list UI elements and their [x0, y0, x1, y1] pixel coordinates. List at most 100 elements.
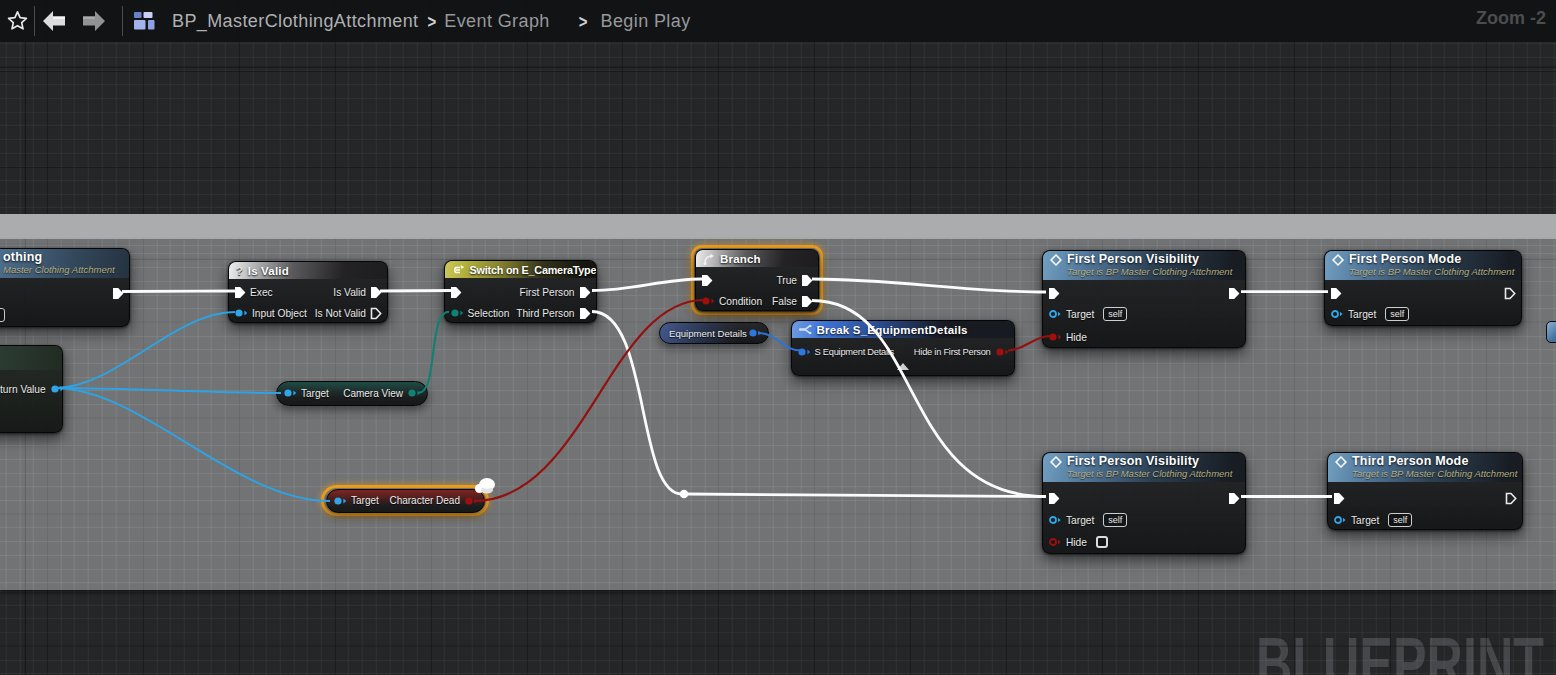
true-out-row: True	[776, 273, 813, 287]
node-camera-view-getter[interactable]: Target Camera View	[276, 381, 428, 406]
hide-pin[interactable]	[1048, 332, 1062, 342]
exec-out-row	[1505, 491, 1517, 505]
collapse-arrow-icon[interactable]	[897, 363, 909, 370]
breadcrumb-blueprint[interactable]: BP_MasterClothingAttchment	[172, 11, 419, 32]
favorite-star-button[interactable]	[0, 0, 34, 42]
node-subtitle: Target is BP Master Clothing Attchment	[1067, 266, 1232, 277]
exec-out-row	[1228, 491, 1240, 505]
return-value-pin[interactable]	[50, 384, 64, 394]
pin-label: Condition	[719, 296, 762, 307]
node-break-equipment-details[interactable]: Break S_EquipmentDetails S Equipment Det…	[791, 320, 1015, 376]
pin-label: Input Object	[252, 308, 307, 319]
event-diamond-icon	[1335, 456, 1347, 468]
target-self-value[interactable]: self	[1103, 513, 1127, 527]
exec-in-row	[1330, 286, 1342, 300]
exec-out-pin[interactable]	[1228, 287, 1240, 300]
is-valid-out-row: Is Valid	[333, 285, 382, 299]
variable-label: Equipment Details	[669, 328, 747, 339]
exec-out-pin[interactable]	[1228, 492, 1240, 505]
exec-out-pin-hollow[interactable]	[370, 307, 382, 320]
exec-out-pin-hollow[interactable]	[1504, 287, 1516, 300]
exec-out-row	[1228, 286, 1240, 300]
exec-in-row	[1333, 491, 1345, 505]
blueprint-class-button[interactable]	[123, 0, 167, 42]
exec-in-pin[interactable]	[450, 286, 462, 299]
exec-out-pin[interactable]	[112, 287, 124, 300]
pin-label: Third Person	[516, 308, 574, 319]
nav-back-button[interactable]	[35, 0, 73, 42]
switch-icon	[452, 264, 465, 276]
nav-forward-button[interactable]	[74, 0, 112, 42]
target-in-pin[interactable]	[283, 388, 297, 398]
exec-in-pin[interactable]	[1333, 492, 1345, 505]
graph-toolbar: BP_MasterClothingAttchment > Event Graph…	[0, 0, 1556, 42]
node-clipped-pure-function[interactable]: turn Value	[0, 345, 63, 433]
event-diamond-icon	[1050, 456, 1062, 468]
input-object-pin[interactable]	[234, 308, 248, 318]
node-switch-camera-type[interactable]: Switch on E_CameraType First Person Sele…	[444, 260, 597, 323]
exec-out-pin[interactable]	[801, 295, 813, 308]
hide-in-first-person-pin[interactable]	[995, 347, 1009, 357]
breadcrumb-begin-play[interactable]: Begin Play	[601, 11, 691, 32]
equipment-details-out-pin[interactable]	[748, 328, 762, 338]
exec-in-row	[701, 273, 713, 287]
node-first-person-visibility-bottom[interactable]: First Person Visibility Target is BP Mas…	[1042, 452, 1246, 554]
node-branch[interactable]: Branch True Condition False	[695, 249, 819, 311]
pin-label: Target	[1066, 515, 1094, 526]
exec-out-pin[interactable]	[579, 286, 591, 299]
variable-label: Camera View	[343, 388, 403, 399]
struct-in-pin[interactable]	[797, 347, 811, 357]
exec-out-pin[interactable]	[579, 307, 591, 320]
breadcrumb-event-graph[interactable]: Event Graph	[444, 11, 549, 32]
pin-label: Target	[301, 388, 329, 399]
node-header: Third Person Mode Target is BP Master Cl…	[1328, 453, 1522, 482]
node-clipped-right-fragment[interactable]	[1546, 321, 1556, 343]
pin-label: Hide in First Person	[914, 347, 991, 357]
blueprint-event-graph: BLUEPRINT othing Master Clothing Attchme…	[0, 0, 1556, 675]
input-object-row: Input Object	[234, 306, 307, 320]
target-in-pin[interactable]	[333, 496, 347, 506]
target-pin[interactable]	[1048, 309, 1062, 319]
struct-in-row: S Equipment Details	[797, 345, 894, 359]
character-dead-out-pin[interactable]	[464, 496, 478, 506]
exec-in-pin[interactable]	[1048, 287, 1060, 300]
node-header: First Person Visibility Target is BP Mas…	[1043, 453, 1245, 482]
node-clipped-event[interactable]: othing Master Clothing Attchment	[0, 248, 130, 327]
hide-pin[interactable]	[1048, 537, 1062, 547]
target-self-value[interactable]: self	[1103, 307, 1127, 321]
node-is-valid[interactable]: ? Is Valid Exec Is Valid Input Object Is…	[228, 261, 388, 323]
exec-in-pin[interactable]	[1330, 287, 1342, 300]
hide-checkbox[interactable]	[1096, 536, 1108, 548]
pin-label: Hide	[1066, 537, 1087, 548]
node-title: Is Valid	[248, 265, 289, 277]
condition-pin[interactable]	[701, 296, 715, 306]
exec-in-pin[interactable]	[1048, 492, 1060, 505]
clipped-value-box[interactable]	[0, 308, 5, 322]
node-header	[0, 346, 62, 370]
target-pin[interactable]	[1330, 309, 1344, 319]
target-pin[interactable]	[1048, 515, 1062, 525]
node-character-dead-getter[interactable]: Target Character Dead	[326, 489, 485, 513]
exec-in-pin[interactable]	[234, 286, 246, 299]
exec-out-row	[112, 286, 124, 300]
node-first-person-visibility-top[interactable]: First Person Visibility Target is BP Mas…	[1042, 250, 1246, 348]
target-self-value[interactable]: self	[1388, 513, 1412, 527]
pin-label: Target	[351, 495, 379, 506]
node-first-person-mode[interactable]: First Person Mode Target is BP Master Cl…	[1324, 250, 1522, 326]
exec-in-pin[interactable]	[701, 274, 713, 287]
node-title: Third Person Mode	[1352, 455, 1517, 468]
node-third-person-mode[interactable]: Third Person Mode Target is BP Master Cl…	[1327, 452, 1523, 530]
camera-view-out-pin[interactable]	[407, 388, 421, 398]
blueprint-class-icon	[133, 11, 158, 31]
node-title: Branch	[720, 253, 761, 265]
pin-label: First Person	[520, 287, 575, 298]
exec-out-pin[interactable]	[370, 286, 382, 299]
target-pin[interactable]	[1333, 515, 1347, 525]
exec-out-pin[interactable]	[801, 274, 813, 287]
exec-out-pin-hollow[interactable]	[1505, 492, 1517, 505]
target-self-value[interactable]: self	[1385, 307, 1409, 321]
node-equipment-details-getter[interactable]: Equipment Details	[659, 322, 769, 344]
node-title: First Person Mode	[1349, 253, 1514, 266]
selection-pin[interactable]	[450, 308, 464, 318]
node-title-fragment: othing	[3, 251, 115, 264]
